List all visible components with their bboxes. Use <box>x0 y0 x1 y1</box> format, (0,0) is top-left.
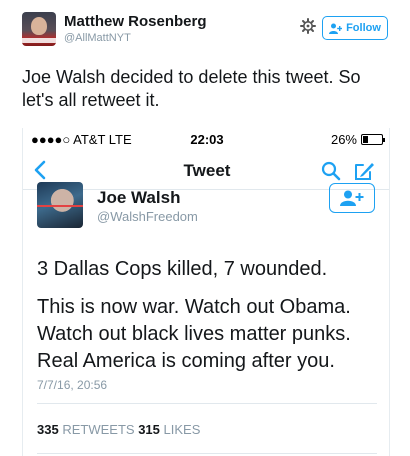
battery-percent: 26% <box>330 132 357 147</box>
embedded-tweet-line-3: Watch out black lives matter punks. <box>37 323 351 345</box>
status-bar: ●●●●○ AT&T LTE 22:03 26% <box>23 128 389 150</box>
author-handle[interactable]: @AllMattNYT <box>64 32 131 44</box>
compose-icon[interactable] <box>353 160 375 182</box>
divider <box>37 403 377 404</box>
embedded-author-handle[interactable]: @WalshFreedom <box>97 209 198 224</box>
avatar[interactable] <box>22 12 56 46</box>
embedded-tweet-line-1: 3 Dallas Cops killed, 7 wounded. <box>37 258 328 280</box>
add-user-icon <box>340 190 364 206</box>
embedded-tweet-line-4: Real America is coming after you. <box>37 350 335 372</box>
avatar-decoration <box>37 205 83 207</box>
avatar-caption-strip <box>22 38 56 43</box>
divider <box>37 453 377 454</box>
embedded-tweet-body: This is now war. Watch out Obama. Watch … <box>37 294 387 375</box>
author-name[interactable]: Matthew Rosenberg <box>64 13 207 30</box>
embedded-screenshot: ●●●●○ AT&T LTE 22:03 26% Tweet Joe Walsh… <box>22 128 390 456</box>
tweet-timestamp: 7/7/16, 20:56 <box>37 378 108 392</box>
retweet-label[interactable]: RETWEETS <box>62 422 134 437</box>
like-label[interactable]: LIKES <box>164 422 201 437</box>
embedded-tweet-line-2: This is now war. Watch out Obama. <box>37 296 351 318</box>
search-icon[interactable] <box>321 161 341 181</box>
outer-tweet-header: Matthew Rosenberg @AllMattNYT Follow <box>0 0 410 56</box>
follow-button-label: Follow <box>346 22 381 34</box>
add-user-button[interactable] <box>329 183 375 213</box>
engagement-stats: 335 RETWEETS 315 LIKES <box>37 422 200 437</box>
add-user-icon <box>329 23 343 34</box>
tweet-text: Joe Walsh decided to delete this tweet. … <box>22 67 361 110</box>
embedded-author-avatar[interactable] <box>37 182 83 228</box>
like-count[interactable]: 315 <box>138 422 160 437</box>
follow-button[interactable]: Follow <box>322 16 388 40</box>
gear-icon[interactable] <box>300 18 316 34</box>
embedded-author-name[interactable]: Joe Walsh <box>97 188 180 208</box>
avatar-face <box>31 17 47 35</box>
retweet-count[interactable]: 335 <box>37 422 59 437</box>
battery-icon <box>361 134 385 145</box>
